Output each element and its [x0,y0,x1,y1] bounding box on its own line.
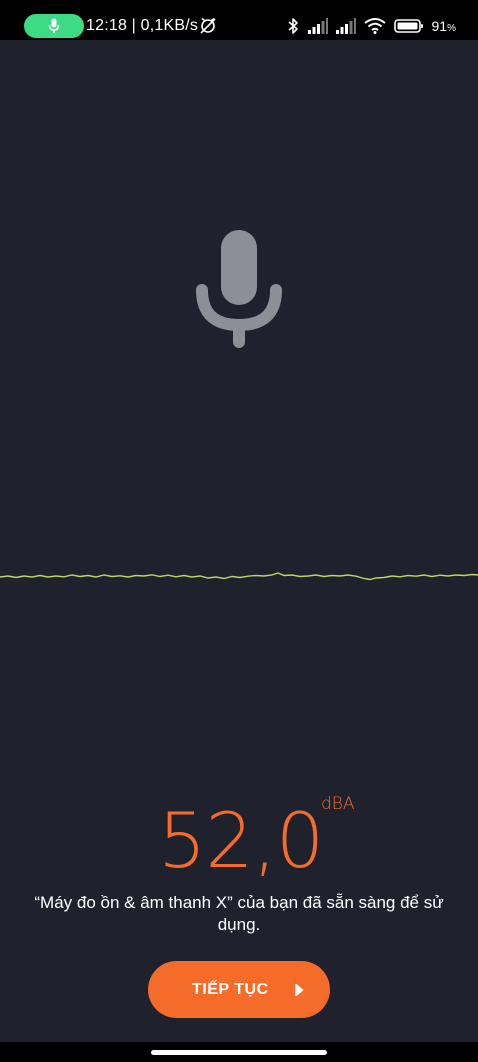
screen: 12:18 | 0,1KB/s 91% 52,0 dBA “Máy đo ồn … [0,0,478,1062]
mic-active-indicator[interactable] [24,14,84,38]
bluetooth-icon [287,18,298,34]
signal-icon [335,18,356,34]
navigation-bar [0,1042,478,1062]
sound-level-reading: 52,0 dBA [0,790,478,885]
status-bar: 12:18 | 0,1KB/s 91% [0,0,478,40]
home-indicator[interactable] [151,1050,327,1055]
status-right-icons: 91% [286,15,456,37]
play-arrow-icon [294,983,304,1002]
audio-waveform [0,572,478,581]
mic-active-icon [48,18,60,33]
reading-unit: dBA [321,794,355,814]
continue-button[interactable]: TIẾP TỤC [148,961,330,1018]
continue-button-label: TIẾP TỤC [192,981,269,998]
status-time-speed: 12:18 | 0,1KB/s [86,17,199,34]
alarm-off-icon [199,16,217,39]
wifi-icon [363,18,386,34]
signal-icon [307,18,328,34]
ready-message: “Máy đo ồn & âm thanh X” của bạn đã sẵn … [34,893,444,934]
microphone-icon[interactable] [195,230,283,348]
battery-icon [393,19,423,33]
battery-percent: 91% [431,18,456,34]
reading-value: 52,0 [158,796,324,885]
